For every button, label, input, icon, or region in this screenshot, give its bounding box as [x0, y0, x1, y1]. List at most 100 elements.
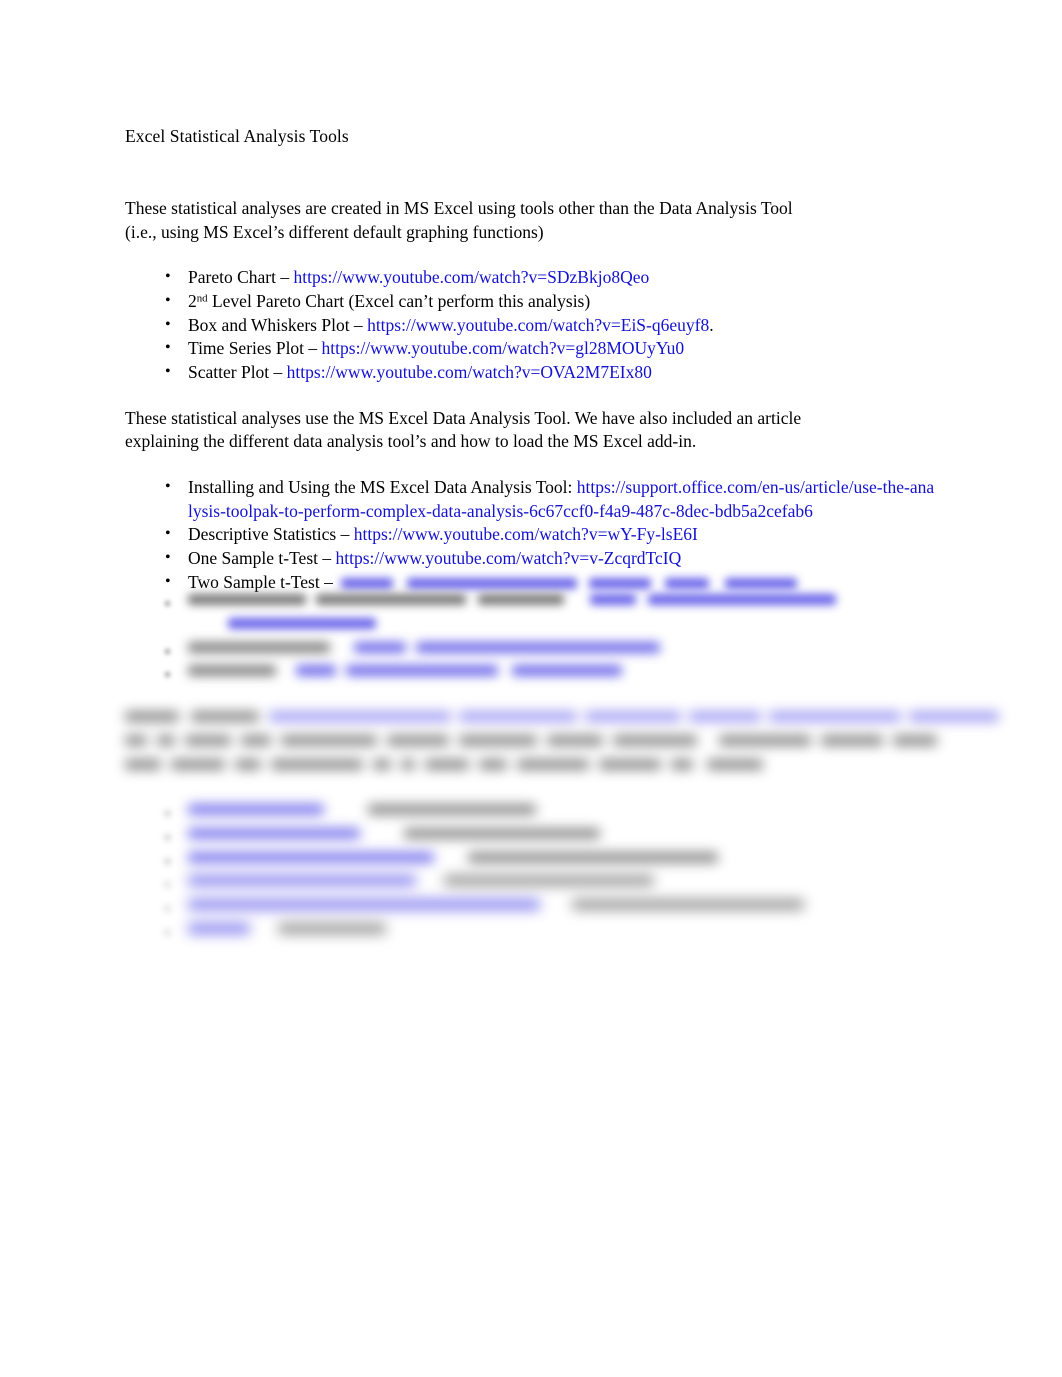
illegible-list-item — [125, 618, 937, 642]
list-item-label: Descriptive Statistics – — [188, 524, 354, 545]
redacted-text-segment — [161, 759, 171, 770]
list-item-trailing: . — [709, 314, 714, 335]
redacted-text-segment — [125, 734, 147, 746]
redacted-text-segment — [391, 759, 401, 770]
redacted-text-segment — [589, 578, 652, 590]
time-series-plot-link[interactable]: https://www.youtube.com/watch?v=gl28MOUy… — [322, 338, 685, 358]
list-item-box-and-whiskers-plot: Box and Whiskers Plot – https://www.yout… — [125, 313, 937, 338]
redacted-text-segment — [306, 594, 316, 605]
redacted-text-segment — [354, 641, 406, 653]
redacted-text-segment — [404, 827, 600, 839]
redacted-text-segment — [613, 734, 697, 746]
bullet-marker-icon — [165, 672, 170, 678]
list-item-label-suffix: Level Pareto Chart (Excel can’t perform … — [207, 290, 591, 311]
redacted-text-segment — [231, 735, 241, 746]
illegible-list-item — [125, 922, 937, 947]
bullet-marker-icon — [165, 811, 170, 817]
redacted-text-segment — [278, 922, 386, 934]
redacted-text-segment — [693, 759, 707, 770]
redacted-text-segment — [468, 851, 718, 863]
redacted-text-segment — [671, 758, 693, 770]
one-sample-t-test-link[interactable]: https://www.youtube.com/watch?v=v-ZcqrdT… — [336, 548, 682, 568]
redacted-text-segment — [648, 594, 836, 606]
intro-paragraph-line-1: These statistical analyses are created i… — [125, 198, 793, 218]
redacted-text-segment — [225, 759, 235, 770]
chart-tools-list: Pareto Chart – https://www.youtube.com/w… — [125, 265, 937, 385]
redacted-text-segment — [360, 828, 404, 839]
redacted-text-segment — [171, 758, 225, 770]
redacted-text-segment — [188, 851, 434, 863]
redacted-text-segment — [188, 804, 324, 816]
illegible-list-item — [125, 804, 937, 828]
illegible-text-line — [125, 711, 999, 735]
redacted-text-segment — [636, 594, 648, 605]
illegible-bottom-list — [125, 804, 937, 946]
illegible-list-item — [125, 665, 937, 689]
redacted-text-segment — [507, 759, 517, 770]
redacted-text-segment — [697, 735, 719, 746]
bullet-marker-icon — [165, 648, 170, 654]
redacted-text-segment — [540, 899, 572, 910]
illegible-text-line — [125, 758, 937, 783]
redacted-text-segment — [761, 711, 769, 722]
bullet-marker-icon — [165, 929, 170, 935]
redacted-text-segment — [599, 758, 661, 770]
illegible-list-item — [125, 875, 937, 899]
list-item-label: Two Sample t-Test – — [188, 571, 338, 592]
redacted-text-segment — [271, 758, 363, 770]
data-analysis-paragraph-line-1: These statistical analyses use the MS Ex… — [125, 407, 802, 428]
redacted-text-segment — [651, 578, 665, 589]
redacted-text-segment — [296, 665, 336, 677]
redacted-text-segment — [188, 827, 360, 839]
redacted-text-segment — [425, 758, 469, 770]
redacted-text-segment — [188, 641, 330, 653]
scatter-plot-link[interactable]: https://www.youtube.com/watch?v=OVA2M7EI… — [287, 362, 652, 382]
redacted-text-segment — [330, 642, 354, 653]
redacted-text-segment — [537, 735, 547, 746]
ordinal-suffix: nd — [196, 292, 208, 305]
redacted-text-segment — [498, 665, 512, 676]
redacted-text-segment — [451, 711, 459, 722]
redacted-text-segment — [893, 734, 937, 746]
redacted-text-segment — [125, 711, 179, 723]
paragraph-spacer-2 — [125, 385, 937, 407]
redacted-text-segment — [188, 594, 306, 606]
intro-paragraph: These statistical analyses are created i… — [125, 197, 937, 244]
redacted-text-segment — [479, 758, 507, 770]
redacted-text-segment — [466, 594, 478, 605]
redacted-text-segment — [316, 594, 466, 606]
redacted-text-segment — [709, 578, 725, 589]
redacted-text-segment — [689, 711, 761, 723]
redacted-text-segment — [336, 665, 346, 676]
pareto-chart-link[interactable]: https://www.youtube.com/watch?v=SDzBkjo8… — [293, 267, 649, 287]
redacted-text-segment — [590, 594, 636, 606]
box-whiskers-plot-link[interactable]: https://www.youtube.com/watch?v=EiS-q6eu… — [367, 315, 709, 335]
redacted-text-segment — [368, 804, 536, 816]
descriptive-statistics-link[interactable]: https://www.youtube.com/watch?v=wY-Fy-ls… — [354, 524, 698, 544]
bullet-marker-icon — [165, 858, 170, 864]
redacted-text-segment — [512, 665, 622, 677]
list-item-one-sample-t-test: One Sample t-Test – https://www.youtube.… — [125, 546, 937, 571]
list-item-label-prefix: 2 — [188, 290, 197, 311]
redacted-text-segment — [281, 734, 377, 746]
redacted-text-segment — [478, 594, 564, 606]
redacted-text-segment — [188, 875, 416, 887]
redacted-text-segment — [681, 711, 689, 722]
redacted-text-segment — [603, 735, 613, 746]
redacted-text-segment — [393, 578, 407, 589]
redacted-text-segment — [547, 734, 603, 746]
redacted-text-segment — [261, 759, 271, 770]
redacted-text-segment — [188, 922, 250, 934]
redacted-text-segment — [901, 711, 909, 722]
illegible-list-item — [125, 898, 937, 923]
title-spacer — [125, 148, 937, 197]
redacted-text-segment — [909, 711, 999, 723]
redacted-text-segment — [346, 665, 498, 677]
list-item-label: Box and Whiskers Plot – — [188, 314, 368, 335]
redacted-text-segment — [407, 578, 578, 590]
redacted-text-segment — [259, 711, 269, 722]
two-sample-t-test-link-illegible[interactable] — [341, 578, 798, 590]
redacted-text-segment — [434, 852, 468, 863]
paragraph-spacer-1 — [125, 244, 937, 266]
illegible-paragraph — [125, 711, 999, 783]
